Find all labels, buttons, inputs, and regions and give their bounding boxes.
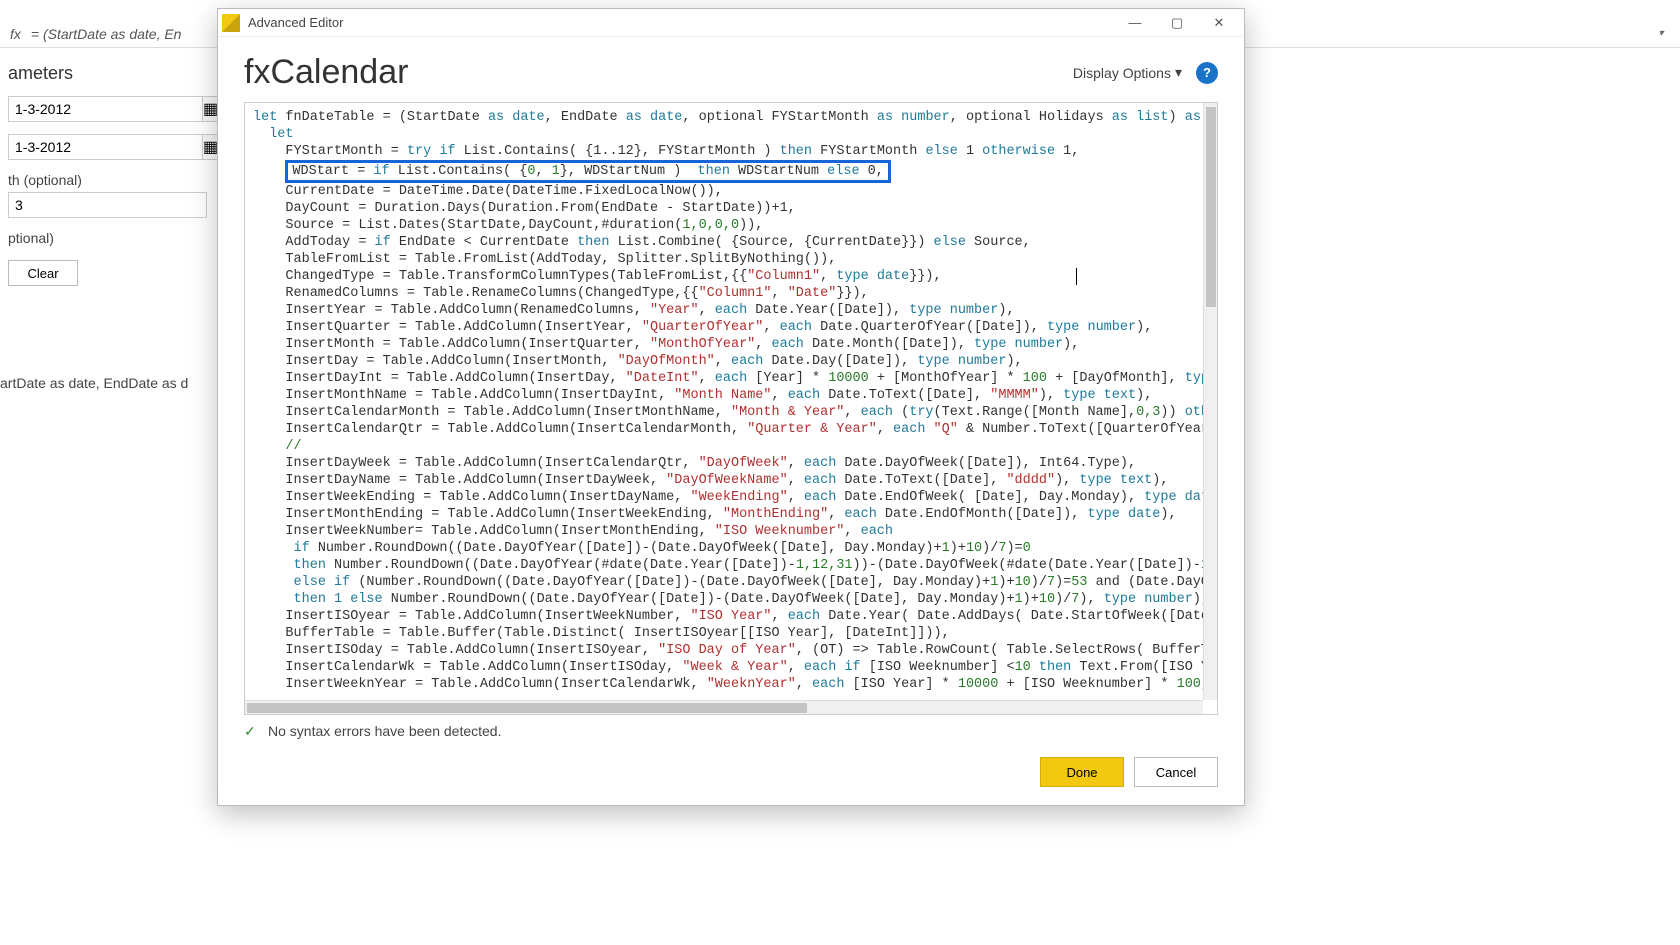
status-bar: ✓ No syntax errors have been detected. bbox=[244, 723, 1218, 739]
highlighted-line: WDStart = if List.Contains( {0, 1}, WDSt… bbox=[285, 160, 890, 183]
chevron-down-icon: ▾ bbox=[1175, 64, 1182, 81]
title-bar: Advanced Editor — ▢ ✕ bbox=[218, 9, 1244, 37]
horizontal-scrollbar[interactable] bbox=[245, 700, 1203, 714]
help-icon: ? bbox=[1203, 65, 1211, 80]
cancel-button[interactable]: Cancel bbox=[1134, 757, 1218, 787]
vertical-scroll-thumb[interactable] bbox=[1206, 107, 1216, 307]
dialog-header: fxCalendar Display Options ▾ ? bbox=[218, 37, 1244, 96]
month-label: th (optional) bbox=[8, 172, 207, 188]
done-button[interactable]: Done bbox=[1040, 757, 1124, 787]
help-button[interactable]: ? bbox=[1196, 62, 1218, 84]
query-name: fxCalendar bbox=[244, 53, 408, 92]
app-logo-icon bbox=[222, 14, 240, 32]
vertical-scrollbar[interactable] bbox=[1203, 103, 1217, 700]
check-icon: ✓ bbox=[244, 723, 260, 739]
dialog-footer: Done Cancel bbox=[244, 757, 1218, 787]
minimize-button[interactable]: — bbox=[1114, 10, 1156, 36]
maximize-icon: ▢ bbox=[1171, 15, 1183, 31]
month-input[interactable] bbox=[8, 192, 207, 218]
text-cursor bbox=[1076, 268, 1077, 285]
window-title: Advanced Editor bbox=[248, 15, 343, 30]
minimize-icon: — bbox=[1129, 15, 1142, 30]
formula-expand-icon[interactable]: ▾ bbox=[1652, 24, 1670, 42]
clear-button[interactable]: Clear bbox=[8, 260, 78, 286]
fx-label: fx bbox=[10, 26, 21, 42]
code-editor[interactable]: let fnDateTable = (StartDate as date, En… bbox=[245, 103, 1217, 700]
display-options-dropdown[interactable]: Display Options ▾ bbox=[1073, 64, 1182, 81]
advanced-editor-dialog: Advanced Editor — ▢ ✕ fxCalendar Display… bbox=[217, 8, 1245, 806]
function-signature: artDate as date, EndDate as d bbox=[0, 375, 188, 391]
formula-text: = (StartDate as date, En bbox=[31, 26, 182, 42]
code-editor-container: let fnDateTable = (StartDate as date, En… bbox=[244, 102, 1218, 715]
start-date-input[interactable] bbox=[8, 96, 203, 122]
close-icon: ✕ bbox=[1214, 15, 1225, 31]
maximize-button[interactable]: ▢ bbox=[1156, 10, 1198, 36]
status-text: No syntax errors have been detected. bbox=[268, 723, 501, 739]
close-button[interactable]: ✕ bbox=[1198, 10, 1240, 36]
end-date-input[interactable] bbox=[8, 134, 203, 160]
parameters-panel: ameters ▦ ▦ th (optional) ptional) Clear bbox=[0, 55, 215, 294]
optional-label: ptional) bbox=[8, 230, 207, 246]
horizontal-scroll-thumb[interactable] bbox=[247, 703, 807, 713]
parameters-title: ameters bbox=[8, 63, 207, 84]
